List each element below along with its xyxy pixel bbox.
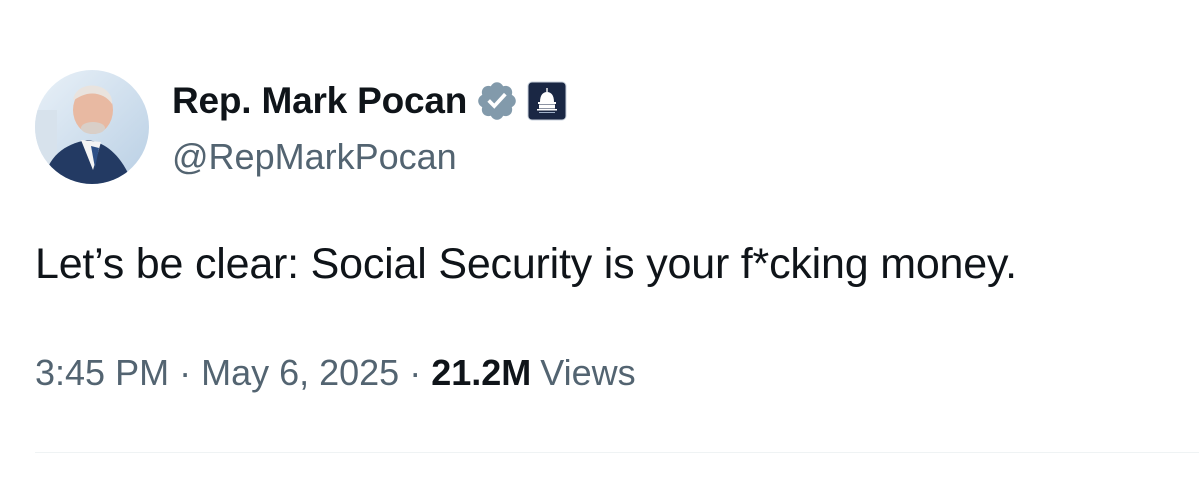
divider <box>35 452 1199 453</box>
meta-separator: · <box>179 352 192 393</box>
views-count: 21.2M <box>431 352 532 393</box>
avatar[interactable] <box>35 70 149 184</box>
display-name[interactable]: Rep. Mark Pocan <box>172 80 467 122</box>
author-handle[interactable]: @RepMarkPocan <box>172 136 457 178</box>
avatar-photo <box>35 70 149 184</box>
tweet-text: Let’s be clear: Social Security is your … <box>35 240 1017 288</box>
capitol-dome-icon[interactable] <box>527 81 567 121</box>
meta-separator: · <box>409 352 422 393</box>
views-label: Views <box>540 352 636 393</box>
verified-badge-icon[interactable] <box>475 79 519 123</box>
tweet-meta: 3:45 PM · May 6, 2025 · 21.2M Views <box>35 352 636 394</box>
tweet-time[interactable]: 3:45 PM <box>35 352 169 394</box>
author-name-row: Rep. Mark Pocan <box>172 76 567 126</box>
tweet-card: Rep. Mark Pocan @RepMarkPocan Let’s be c… <box>0 0 1199 495</box>
tweet-date[interactable]: May 6, 2025 <box>201 352 399 394</box>
